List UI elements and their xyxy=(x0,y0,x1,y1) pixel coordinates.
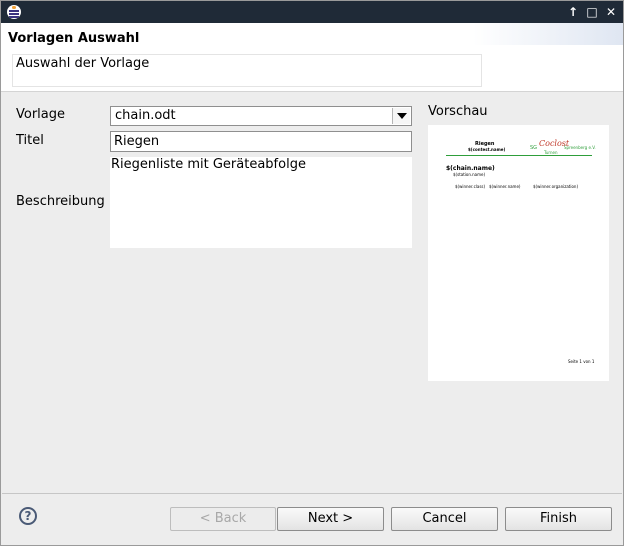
vorlage-value: chain.odt xyxy=(115,108,176,123)
finish-button[interactable]: Finish xyxy=(505,507,612,531)
cancel-button[interactable]: Cancel xyxy=(391,507,498,531)
preview-footer: Seite 1 von 1 xyxy=(568,359,595,364)
window-titlebar[interactable]: ↑ □ ✕ xyxy=(1,1,623,23)
preview-col-organization: $(winner.organization) xyxy=(533,184,578,189)
template-preview: Riegen $(contest.name) SG Coclost Spreen… xyxy=(428,125,609,381)
page-title: Vorlagen Auswahl xyxy=(8,31,140,46)
vorlage-combo[interactable]: chain.odt xyxy=(110,106,412,126)
titel-input[interactable] xyxy=(110,131,412,152)
wizard-header: Vorlagen Auswahl Auswahl der Vorlage xyxy=(1,23,623,92)
preview-doc-subtitle: $(contest.name) xyxy=(468,147,506,152)
close-icon[interactable]: ✕ xyxy=(603,4,619,20)
preview-logo-club: Spreenberg e.V. xyxy=(564,145,596,150)
vorlage-label: Vorlage xyxy=(16,107,66,122)
header-message: Auswahl der Vorlage xyxy=(16,56,150,71)
beschreibung-label: Beschreibung xyxy=(16,194,105,209)
chevron-down-icon xyxy=(397,113,407,119)
preview-chain-name: $(chain.name) xyxy=(446,165,495,172)
preview-rule xyxy=(446,155,592,156)
beschreibung-textarea[interactable]: Riegenliste mit Geräteabfolge xyxy=(110,157,412,248)
maximize-icon[interactable]: ↑ xyxy=(565,4,581,20)
preview-col-name: $(winner.name) xyxy=(489,184,521,189)
preview-label: Vorschau xyxy=(428,104,488,119)
preview-col-class: $(winner.class) xyxy=(455,184,486,189)
back-button[interactable]: < Back xyxy=(170,507,276,531)
button-bar-separator xyxy=(2,493,622,494)
help-icon[interactable]: ? xyxy=(19,507,37,525)
restore-icon[interactable]: □ xyxy=(584,4,600,20)
titel-label: Titel xyxy=(16,133,44,148)
next-button[interactable]: Next > xyxy=(277,507,384,531)
wizard-dialog: ↑ □ ✕ Vorlagen Auswahl Auswahl der Vorla… xyxy=(0,0,624,546)
app-icon[interactable] xyxy=(7,5,21,19)
message-area: Auswahl der Vorlage xyxy=(12,54,482,87)
dropdown-button[interactable] xyxy=(392,108,410,124)
preview-station-name: $(station.name) xyxy=(453,172,486,177)
preview-logo-prefix: SG xyxy=(530,145,538,151)
